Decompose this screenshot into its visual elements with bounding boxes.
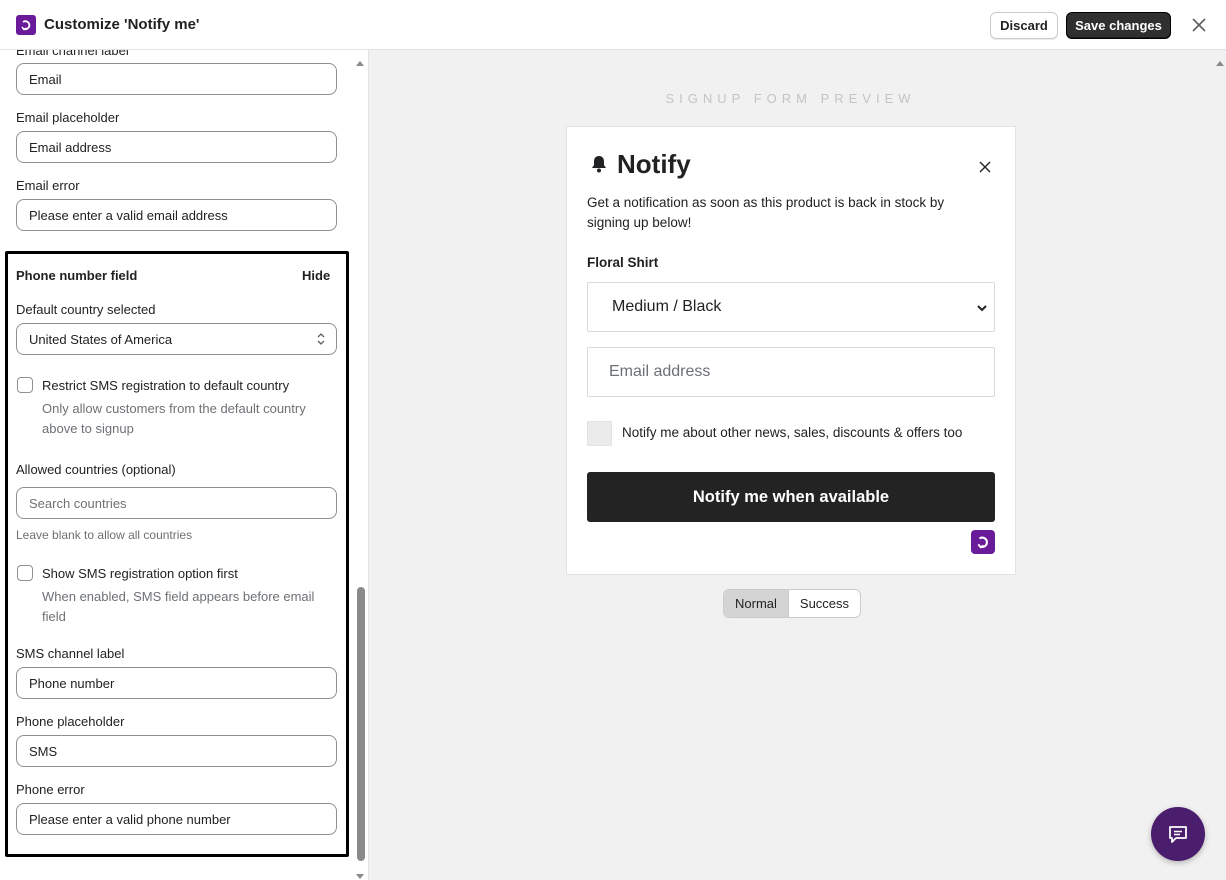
email-error-input[interactable]: Please enter a valid email address <box>16 199 337 231</box>
phone-placeholder-input[interactable]: SMS <box>16 735 337 767</box>
chat-support-button[interactable] <box>1151 807 1205 861</box>
discard-button[interactable]: Discard <box>990 12 1058 39</box>
sms-first-checkbox[interactable] <box>17 565 33 581</box>
search-countries-input[interactable]: Search countries <box>16 487 337 519</box>
sms-channel-input[interactable]: Phone number <box>16 667 337 699</box>
brand-logo-icon <box>971 530 995 554</box>
phone-placeholder-label: Phone placeholder <box>16 714 125 729</box>
restrict-sms-label: Restrict SMS registration to default cou… <box>42 378 290 393</box>
bell-icon <box>589 154 609 179</box>
signup-form-card: Notify Get a notification as soon as thi… <box>566 126 1016 575</box>
allowed-countries-label: Allowed countries (optional) <box>16 462 176 477</box>
phone-error-input[interactable]: Please enter a valid phone number <box>16 803 337 835</box>
form-close-icon[interactable] <box>979 160 991 178</box>
allowed-countries-help: Leave blank to allow all countries <box>16 528 193 542</box>
scroll-down-arrow-icon[interactable] <box>355 868 365 880</box>
email-channel-input[interactable]: Email <box>16 63 337 95</box>
save-changes-button[interactable]: Save changes <box>1066 12 1171 39</box>
tab-normal[interactable]: Normal <box>724 590 789 617</box>
preview-email-input[interactable]: Email address <box>587 347 995 397</box>
preview-area: SIGNUP FORM PREVIEW Notify Get a notific… <box>369 50 1226 880</box>
app-logo-icon <box>16 15 36 35</box>
variant-value: Medium / Black <box>612 298 722 315</box>
phone-error-label: Phone error <box>16 782 85 797</box>
tab-success[interactable]: Success <box>789 590 860 617</box>
phone-section-title: Phone number field <box>16 268 138 283</box>
form-description: Get a notification as soon as this produ… <box>587 195 945 230</box>
restrict-sms-checkbox[interactable] <box>17 377 33 393</box>
chat-icon <box>1169 826 1187 843</box>
hide-phone-section-button[interactable]: Hide <box>302 268 330 283</box>
settings-scrollbar-thumb[interactable] <box>357 587 365 861</box>
preview-state-toggle: Normal Success <box>723 589 862 618</box>
sms-channel-label: SMS channel label <box>16 646 125 661</box>
select-arrows-icon <box>316 332 326 349</box>
email-channel-label: Email channel label <box>16 50 129 58</box>
page-title: Customize 'Notify me' <box>44 16 200 33</box>
email-placeholder-input[interactable]: Email address <box>16 131 337 163</box>
email-error-label: Email error <box>16 178 80 193</box>
header-bar: Customize 'Notify me' Discard Save chang… <box>0 0 1226 50</box>
product-name: Floral Shirt <box>587 255 659 270</box>
chevron-down-icon <box>976 301 988 319</box>
sms-first-help: When enabled, SMS field appears before e… <box>42 589 315 624</box>
marketing-checkbox[interactable] <box>587 421 612 446</box>
form-title: Notify <box>617 149 691 179</box>
scroll-up-arrow-icon[interactable] <box>1215 54 1225 72</box>
settings-panel: Email channel label Email Email placehol… <box>0 50 369 880</box>
marketing-label: Notify me about other news, sales, disco… <box>622 425 963 440</box>
preview-heading: SIGNUP FORM PREVIEW <box>665 91 916 106</box>
variant-select[interactable]: Medium / Black <box>587 282 995 332</box>
sms-first-label: Show SMS registration option first <box>42 566 238 581</box>
default-country-label: Default country selected <box>16 302 156 317</box>
scroll-up-arrow-icon[interactable] <box>355 54 365 72</box>
close-icon[interactable] <box>1189 15 1209 35</box>
default-country-select[interactable]: United States of America <box>16 323 337 355</box>
restrict-sms-help: Only allow customers from the default co… <box>42 401 306 436</box>
email-placeholder-label: Email placeholder <box>16 110 120 125</box>
default-country-value: United States of America <box>29 331 173 347</box>
notify-submit-button[interactable]: Notify me when available <box>587 472 995 522</box>
